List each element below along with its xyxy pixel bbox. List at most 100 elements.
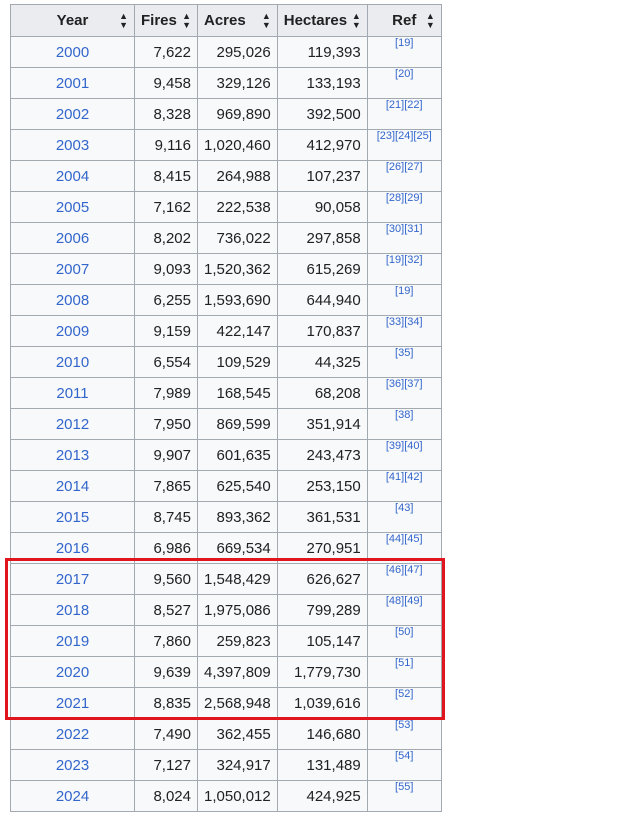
ref-cell[interactable]: [30][31] xyxy=(366,222,442,254)
ref-cell[interactable]: [28][29] xyxy=(366,191,442,223)
column-header-year[interactable]: Year ▲ ▼ xyxy=(10,4,135,37)
sort-arrows-icon[interactable]: ▲ ▼ xyxy=(352,11,361,30)
ref-cell-link[interactable]: [39][40] xyxy=(386,440,423,452)
ref-cell-link[interactable]: [33][34] xyxy=(386,316,423,328)
year-cell-link[interactable]: 2008 xyxy=(56,292,89,309)
year-cell[interactable]: 2019 xyxy=(10,625,135,657)
year-cell-link[interactable]: 2011 xyxy=(56,385,88,402)
sort-arrows-icon[interactable]: ▲ ▼ xyxy=(262,11,271,30)
year-cell[interactable]: 2002 xyxy=(10,98,135,130)
ref-cell[interactable]: [48][49] xyxy=(366,594,442,626)
ref-cell[interactable]: [50] xyxy=(366,625,442,657)
year-cell-link[interactable]: 2001 xyxy=(56,75,89,92)
year-cell-link[interactable]: 2006 xyxy=(56,230,89,247)
ref-cell-link[interactable]: [52] xyxy=(395,688,413,700)
ref-cell[interactable]: [52] xyxy=(366,687,442,719)
ref-cell-link[interactable]: [53] xyxy=(395,719,413,731)
ref-cell[interactable]: [19] xyxy=(366,284,442,316)
year-cell[interactable]: 2015 xyxy=(10,501,135,533)
ref-cell[interactable]: [43] xyxy=(366,501,442,533)
ref-cell[interactable]: [46][47] xyxy=(366,563,442,595)
ref-cell[interactable]: [21][22] xyxy=(366,98,442,130)
ref-cell[interactable]: [19] xyxy=(366,36,442,68)
ref-cell-link[interactable]: [21][22] xyxy=(386,99,423,111)
ref-cell-link[interactable]: [26][27] xyxy=(386,161,423,173)
ref-cell-link[interactable]: [19] xyxy=(395,285,413,297)
ref-cell[interactable]: [51] xyxy=(366,656,442,688)
year-cell-link[interactable]: 2020 xyxy=(56,664,89,681)
ref-cell-link[interactable]: [19] xyxy=(395,37,413,49)
year-cell[interactable]: 2001 xyxy=(10,67,135,99)
sort-arrows-icon[interactable]: ▲ ▼ xyxy=(119,11,128,30)
ref-cell-link[interactable]: [50] xyxy=(395,626,413,638)
year-cell[interactable]: 2016 xyxy=(10,532,135,564)
year-cell-link[interactable]: 2022 xyxy=(56,726,89,743)
ref-cell[interactable]: [38] xyxy=(366,408,442,440)
ref-cell-link[interactable]: [54] xyxy=(395,750,413,762)
ref-cell[interactable]: [36][37] xyxy=(366,377,442,409)
ref-cell-link[interactable]: [48][49] xyxy=(386,595,423,607)
year-cell[interactable]: 2005 xyxy=(10,191,135,223)
year-cell-link[interactable]: 2013 xyxy=(56,447,89,464)
year-cell-link[interactable]: 2003 xyxy=(56,137,89,154)
year-cell[interactable]: 2014 xyxy=(10,470,135,502)
year-cell-link[interactable]: 2021 xyxy=(56,695,89,712)
year-cell-link[interactable]: 2014 xyxy=(56,478,89,495)
year-cell-link[interactable]: 2007 xyxy=(56,261,89,278)
year-cell[interactable]: 2018 xyxy=(10,594,135,626)
year-cell-link[interactable]: 2015 xyxy=(56,509,89,526)
column-header-fires[interactable]: Fires ▲ ▼ xyxy=(134,4,198,37)
ref-cell[interactable]: [44][45] xyxy=(366,532,442,564)
ref-cell-link[interactable]: [19][32] xyxy=(386,254,423,266)
ref-cell[interactable]: [55] xyxy=(366,780,442,812)
sort-arrows-icon[interactable]: ▲ ▼ xyxy=(182,11,191,30)
year-cell[interactable]: 2011 xyxy=(10,377,135,409)
year-cell-link[interactable]: 2002 xyxy=(56,106,89,123)
year-cell[interactable]: 2023 xyxy=(10,749,135,781)
year-cell[interactable]: 2004 xyxy=(10,160,135,192)
ref-cell-link[interactable]: [35] xyxy=(395,347,413,359)
year-cell[interactable]: 2012 xyxy=(10,408,135,440)
year-cell-link[interactable]: 2004 xyxy=(56,168,89,185)
year-cell-link[interactable]: 2019 xyxy=(56,633,89,650)
year-cell[interactable]: 2003 xyxy=(10,129,135,161)
ref-cell-link[interactable]: [28][29] xyxy=(386,192,423,204)
ref-cell-link[interactable]: [30][31] xyxy=(386,223,423,235)
column-header-acres[interactable]: Acres ▲ ▼ xyxy=(197,4,278,37)
year-cell[interactable]: 2008 xyxy=(10,284,135,316)
ref-cell[interactable]: [54] xyxy=(366,749,442,781)
year-cell[interactable]: 2006 xyxy=(10,222,135,254)
ref-cell-link[interactable]: [44][45] xyxy=(386,533,423,545)
year-cell[interactable]: 2020 xyxy=(10,656,135,688)
year-cell-link[interactable]: 2024 xyxy=(56,788,89,805)
year-cell[interactable]: 2013 xyxy=(10,439,135,471)
year-cell-link[interactable]: 2012 xyxy=(56,416,89,433)
ref-cell-link[interactable]: [46][47] xyxy=(386,564,423,576)
year-cell[interactable]: 2021 xyxy=(10,687,135,719)
column-header-hectares[interactable]: Hectares ▲ ▼ xyxy=(276,4,368,37)
year-cell[interactable]: 2017 xyxy=(10,563,135,595)
ref-cell[interactable]: [39][40] xyxy=(366,439,442,471)
ref-cell[interactable]: [41][42] xyxy=(366,470,442,502)
ref-cell-link[interactable]: [41][42] xyxy=(386,471,423,483)
year-cell-link[interactable]: 2005 xyxy=(56,199,89,216)
year-cell[interactable]: 2022 xyxy=(10,718,135,750)
ref-cell-link[interactable]: [20] xyxy=(395,68,413,80)
year-cell-link[interactable]: 2010 xyxy=(56,354,89,371)
ref-cell[interactable]: [19][32] xyxy=(366,253,442,285)
year-cell[interactable]: 2000 xyxy=(10,36,135,68)
year-cell-link[interactable]: 2017 xyxy=(56,571,89,588)
ref-cell[interactable]: [53] xyxy=(366,718,442,750)
ref-cell[interactable]: [33][34] xyxy=(366,315,442,347)
ref-cell[interactable]: [35] xyxy=(366,346,442,378)
year-cell[interactable]: 2010 xyxy=(10,346,135,378)
year-cell-link[interactable]: 2009 xyxy=(56,323,89,340)
year-cell-link[interactable]: 2000 xyxy=(56,44,89,61)
year-cell-link[interactable]: 2018 xyxy=(56,602,89,619)
year-cell[interactable]: 2009 xyxy=(10,315,135,347)
year-cell-link[interactable]: 2016 xyxy=(56,540,89,557)
ref-cell[interactable]: [23][24][25] xyxy=(366,129,442,161)
ref-cell[interactable]: [20] xyxy=(366,67,442,99)
sort-arrows-icon[interactable]: ▲ ▼ xyxy=(426,11,435,30)
year-cell-link[interactable]: 2023 xyxy=(56,757,89,774)
